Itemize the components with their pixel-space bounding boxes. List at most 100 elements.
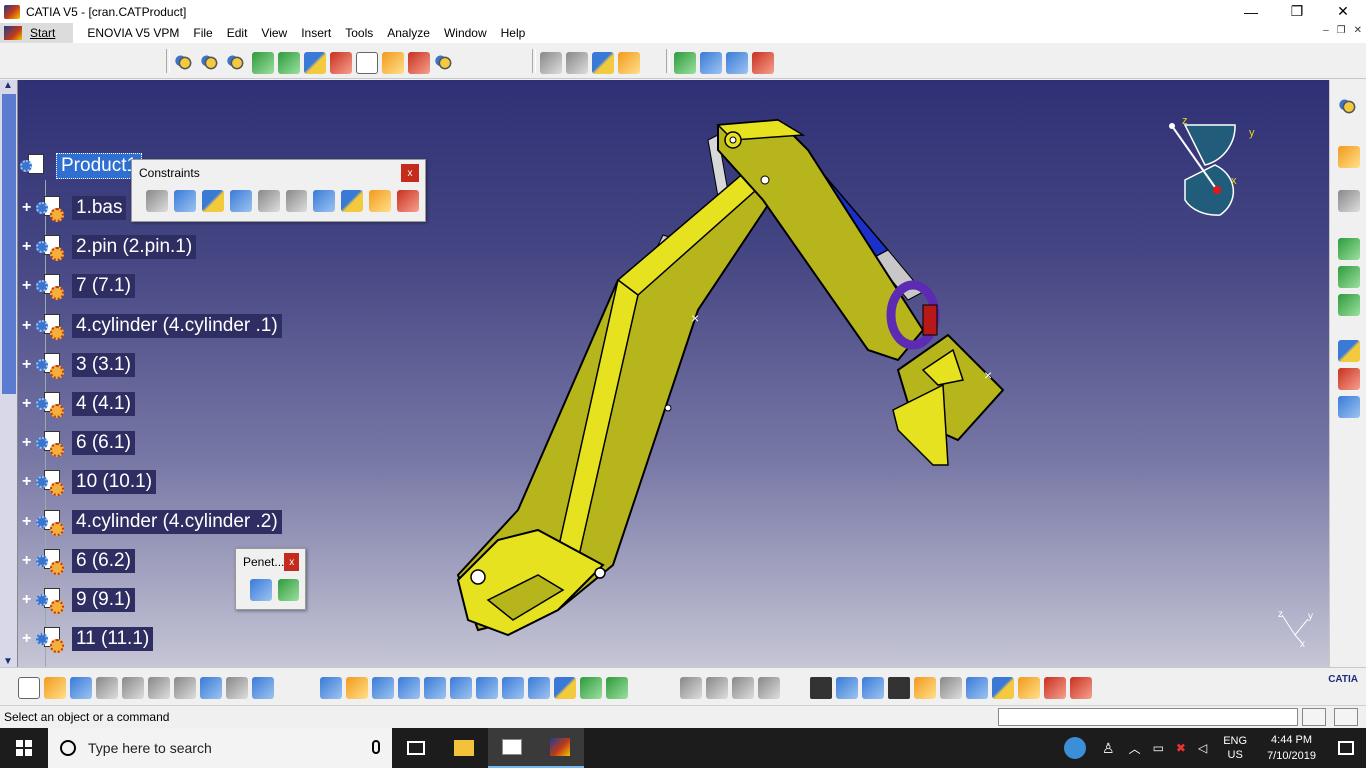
tree-node[interactable]: + 7 (7.1): [22, 272, 135, 300]
expand-icon[interactable]: +: [22, 200, 34, 216]
tree-node-label[interactable]: 4.cylinder (4.cylinder .1): [72, 314, 282, 338]
hide-show-icon[interactable]: [580, 677, 602, 699]
task-view-button[interactable]: [392, 728, 440, 768]
scroll-up-icon[interactable]: ▲: [3, 80, 13, 91]
reuse-pattern-icon[interactable]: [397, 190, 420, 212]
menu-enovia[interactable]: ENOVIA V5 VPM: [83, 26, 189, 40]
flexible-rigid-icon[interactable]: [341, 190, 364, 212]
expand-icon[interactable]: +: [22, 278, 34, 294]
file-explorer-button[interactable]: [440, 728, 488, 768]
expand-icon[interactable]: +: [22, 514, 34, 530]
refresh-icon[interactable]: [940, 677, 962, 699]
expand-icon[interactable]: +: [22, 553, 34, 569]
fix-together-icon[interactable]: [285, 190, 308, 212]
capture-icon[interactable]: [810, 677, 832, 699]
tree-root[interactable]: Product1: [20, 152, 143, 180]
fly-mode-icon[interactable]: [320, 677, 342, 699]
maximize-button[interactable]: ❐: [1274, 0, 1320, 23]
battery-icon[interactable]: ▭: [1153, 741, 1164, 755]
tree-node-label[interactable]: 9 (9.1): [72, 588, 135, 612]
stop-manipulate-on-clash-icon[interactable]: [618, 52, 640, 74]
tree-node[interactable]: + 1.bas: [22, 194, 127, 222]
tree-node[interactable]: + 10 (10.1): [22, 468, 157, 496]
menu-insert[interactable]: Insert: [297, 26, 341, 40]
scroll-thumb[interactable]: [2, 94, 16, 394]
insert-existing-icon[interactable]: [1338, 238, 1360, 260]
menu-tools[interactable]: Tools: [341, 26, 383, 40]
doc-restore-button[interactable]: ❐: [1337, 25, 1346, 36]
save-icon[interactable]: [70, 677, 92, 699]
undo-icon[interactable]: [200, 677, 222, 699]
sectioning-icon[interactable]: [277, 579, 299, 601]
catalog-browser-icon[interactable]: [726, 52, 748, 74]
selective-load-icon[interactable]: [382, 52, 404, 74]
new-part-icon[interactable]: [226, 52, 248, 74]
tree-node[interactable]: + 4 (4.1): [22, 390, 135, 418]
expand-icon[interactable]: +: [22, 239, 34, 255]
constraints-close-button[interactable]: x: [401, 164, 419, 182]
fit-all-icon[interactable]: [346, 677, 368, 699]
expand-icon[interactable]: +: [22, 396, 34, 412]
manage-representations-icon[interactable]: [408, 52, 430, 74]
fix-icon[interactable]: [257, 190, 280, 212]
insert-new-part-icon[interactable]: [1338, 294, 1360, 316]
tree-node[interactable]: + 9 (9.1): [22, 586, 135, 614]
taskbar-search-box[interactable]: Type here to search: [48, 728, 392, 768]
menu-file[interactable]: File: [189, 26, 222, 40]
clash-icon[interactable]: [250, 579, 272, 601]
tree-node-label[interactable]: 3 (3.1): [72, 353, 135, 377]
doc-minimize-button[interactable]: –: [1323, 25, 1329, 36]
windows-start-button[interactable]: [0, 728, 48, 768]
tree-node[interactable]: + 4.cylinder (4.cylinder .2): [22, 508, 282, 536]
tree-node-label[interactable]: 2.pin (2.pin.1): [72, 235, 197, 259]
paste-icon[interactable]: [174, 677, 196, 699]
split-icon[interactable]: [680, 677, 702, 699]
replace-component-icon[interactable]: [304, 52, 326, 74]
people-icon[interactable]: ♙: [1102, 740, 1115, 757]
explode-icon[interactable]: [592, 52, 614, 74]
network-icon[interactable]: ✖: [1176, 741, 1186, 755]
zoom-in-icon[interactable]: [424, 677, 446, 699]
scroll-down-icon[interactable]: ▼: [3, 656, 13, 667]
part-catalog-icon[interactable]: [758, 677, 780, 699]
insert-new-product-icon[interactable]: [1338, 266, 1360, 288]
distance-icon[interactable]: [862, 677, 884, 699]
menu-analyze[interactable]: Analyze: [383, 26, 440, 40]
tree-node-label[interactable]: 4 (4.1): [72, 392, 135, 416]
volume-icon[interactable]: ◁: [1198, 741, 1207, 755]
tree-node[interactable]: + 6 (6.1): [22, 429, 135, 457]
redo-icon[interactable]: [226, 677, 248, 699]
microphone-icon[interactable]: [372, 740, 380, 754]
close-button[interactable]: ✕: [1320, 0, 1366, 23]
help-icon[interactable]: [1064, 737, 1086, 759]
graph-tree-reordering-icon[interactable]: [330, 52, 352, 74]
weight-icon[interactable]: [914, 677, 936, 699]
material-icon[interactable]: [992, 677, 1014, 699]
tree-root-label[interactable]: Product1: [56, 153, 143, 179]
compass-icon[interactable]: z y x: [1155, 110, 1265, 230]
whats-this-icon[interactable]: [252, 677, 274, 699]
apply-material-icon[interactable]: [1018, 677, 1040, 699]
bill-of-material-icon[interactable]: [700, 52, 722, 74]
action-center-icon[interactable]: [1326, 728, 1366, 768]
status-button-1[interactable]: [1302, 708, 1326, 726]
expand-icon[interactable]: +: [22, 318, 34, 334]
penetration-close-button[interactable]: x: [284, 553, 299, 571]
tree-node[interactable]: + 2.pin (2.pin.1): [22, 233, 197, 261]
status-button-2[interactable]: [1334, 708, 1358, 726]
new-component-icon[interactable]: [174, 52, 196, 74]
expand-icon[interactable]: +: [22, 592, 34, 608]
enhanced-scene-icon[interactable]: [674, 52, 696, 74]
manipulation-icon[interactable]: [540, 52, 562, 74]
change-constraint-icon[interactable]: [369, 190, 392, 212]
menu-help[interactable]: Help: [497, 26, 536, 40]
save-management-icon[interactable]: [752, 52, 774, 74]
tree-node-label[interactable]: 6 (6.2): [72, 549, 135, 573]
power-input-field[interactable]: [998, 708, 1298, 726]
pan-icon[interactable]: [372, 677, 394, 699]
update-icon[interactable]: [1338, 190, 1360, 212]
menu-view[interactable]: View: [257, 26, 297, 40]
existing-component-positioning-icon[interactable]: [278, 52, 300, 74]
tree-node[interactable]: + 11 (11.1): [22, 625, 154, 653]
generate-drawing-icon[interactable]: [1044, 677, 1066, 699]
